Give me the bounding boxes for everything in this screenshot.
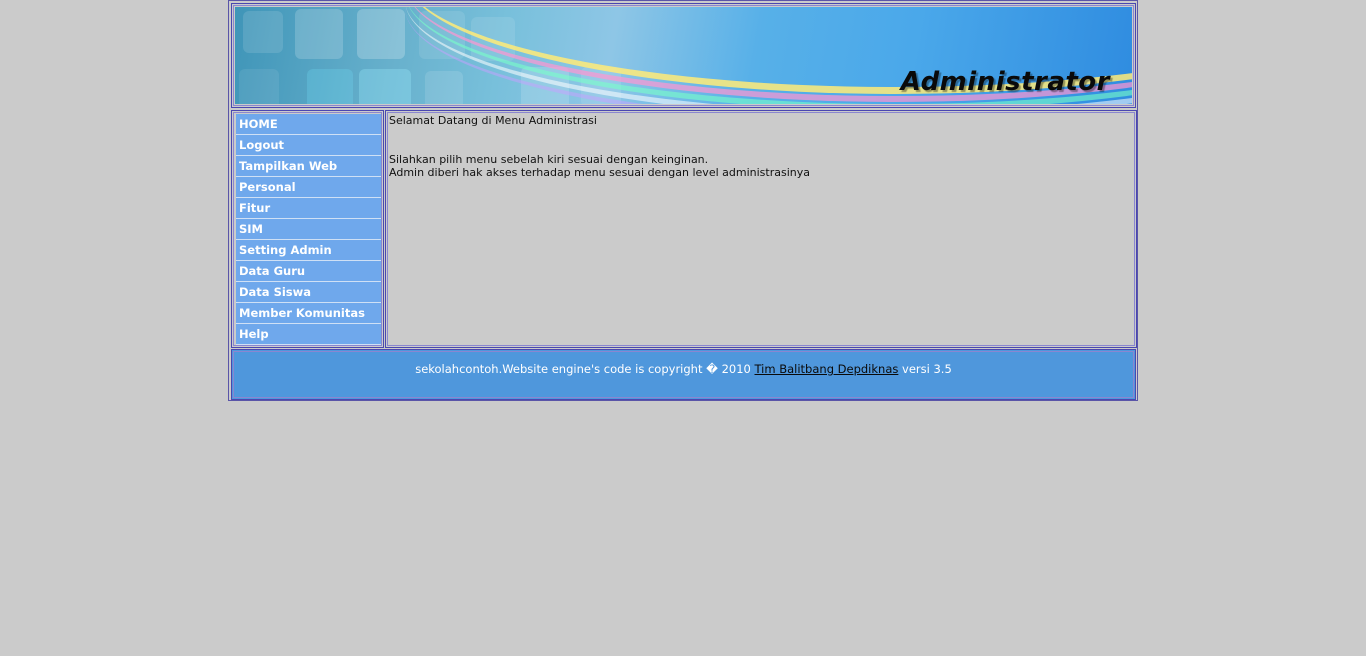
sidebar: HOME Logout Tampilkan Web Personal Fitur… xyxy=(231,110,384,348)
sidebar-item-data-guru[interactable]: Data Guru xyxy=(236,261,381,282)
footer-version: versi 3.5 xyxy=(898,362,952,376)
sidebar-item-fitur[interactable]: Fitur xyxy=(236,198,381,219)
sidebar-item-member-komunitas[interactable]: Member Komunitas xyxy=(236,303,381,324)
header-banner: Administrator xyxy=(235,7,1132,104)
sidebar-item-sim[interactable]: SIM xyxy=(236,219,381,240)
sidebar-item-help[interactable]: Help xyxy=(236,324,381,345)
page-container: Administrator HOME Logout Tampilkan Web … xyxy=(228,0,1138,401)
footer-copyright: sekolahcontoh.Website engine's code is c… xyxy=(415,362,755,376)
main-text: Selamat Datang di Menu Administrasi Sila… xyxy=(389,114,810,179)
footer: sekolahcontoh.Website engine's code is c… xyxy=(231,349,1136,400)
sidebar-item-logout[interactable]: Logout xyxy=(236,135,381,156)
footer-credit-link[interactable]: Tim Balitbang Depdiknas xyxy=(755,362,899,376)
header-banner-frame: Administrator xyxy=(231,3,1136,108)
sidebar-menu: HOME Logout Tampilkan Web Personal Fitur… xyxy=(236,114,381,345)
main-content: Selamat Datang di Menu Administrasi Sila… xyxy=(385,110,1137,348)
footer-text: sekolahcontoh.Website engine's code is c… xyxy=(232,362,1135,376)
sidebar-item-data-siswa[interactable]: Data Siswa xyxy=(236,282,381,303)
sidebar-item-personal[interactable]: Personal xyxy=(236,177,381,198)
sidebar-item-tampilkan-web[interactable]: Tampilkan Web xyxy=(236,156,381,177)
instruction-line-2: Admin diberi hak akses terhadap menu ses… xyxy=(389,166,810,179)
instruction-line-1: Silahkan pilih menu sebelah kiri sesuai … xyxy=(389,153,709,166)
sidebar-item-setting-admin[interactable]: Setting Admin xyxy=(236,240,381,261)
sidebar-item-home[interactable]: HOME xyxy=(236,114,381,135)
header-title: Administrator xyxy=(900,67,1110,97)
welcome-heading: Selamat Datang di Menu Administrasi xyxy=(389,114,597,127)
header-title-wrap: Administrator xyxy=(901,67,1110,101)
